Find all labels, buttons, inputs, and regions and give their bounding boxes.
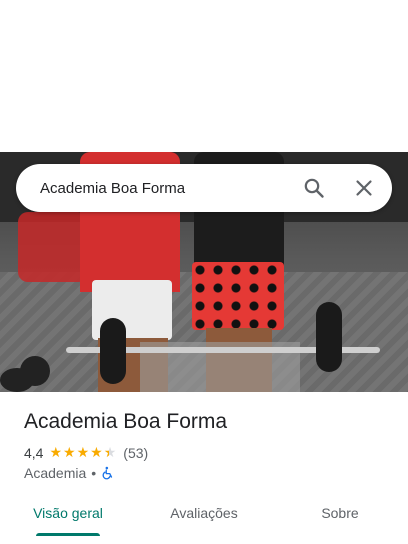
half-star-icon: ★ (103, 444, 117, 460)
tab-label: Sobre (321, 505, 359, 521)
separator-dot: • (91, 465, 97, 481)
review-count[interactable]: (53) (123, 445, 148, 461)
search-bar[interactable]: Academia Boa Forma (16, 164, 392, 212)
star-icon: ★ (49, 444, 63, 460)
active-tab-indicator (36, 533, 100, 536)
place-page: Academia Boa Forma Academia Boa Forma 4,… (0, 0, 408, 544)
rating-row[interactable]: 4,4 ★ ★ ★ ★ ★ (53) (24, 444, 148, 461)
tab-overview[interactable]: Visão geral (0, 496, 136, 544)
tab-bar: Visão geral Avaliações Sobre (0, 496, 408, 544)
rating-stars: ★ ★ ★ ★ ★ (49, 444, 117, 461)
star-icon: ★ (76, 444, 90, 460)
place-category: Academia (24, 465, 87, 481)
photo-patterned-shorts (192, 262, 284, 330)
category-row: Academia • (24, 465, 115, 481)
tab-label: Avaliações (170, 505, 238, 521)
photo-plate-right (316, 302, 342, 372)
photo-dumbbell (0, 368, 34, 392)
close-icon[interactable] (352, 176, 376, 200)
wheelchair-icon (102, 466, 113, 480)
search-input[interactable]: Academia Boa Forma (40, 180, 302, 197)
tab-label: Visão geral (33, 505, 103, 521)
place-title: Academia Boa Forma (24, 410, 228, 433)
star-icon: ★ (90, 444, 103, 460)
tab-reviews[interactable]: Avaliações (136, 496, 272, 544)
search-icon[interactable] (302, 176, 326, 200)
tab-about[interactable]: Sobre (272, 496, 408, 544)
photo-plate-left (100, 318, 126, 384)
rating-value: 4,4 (24, 444, 44, 461)
star-icon: ★ (63, 444, 76, 460)
photo-gym-machine (18, 212, 88, 282)
